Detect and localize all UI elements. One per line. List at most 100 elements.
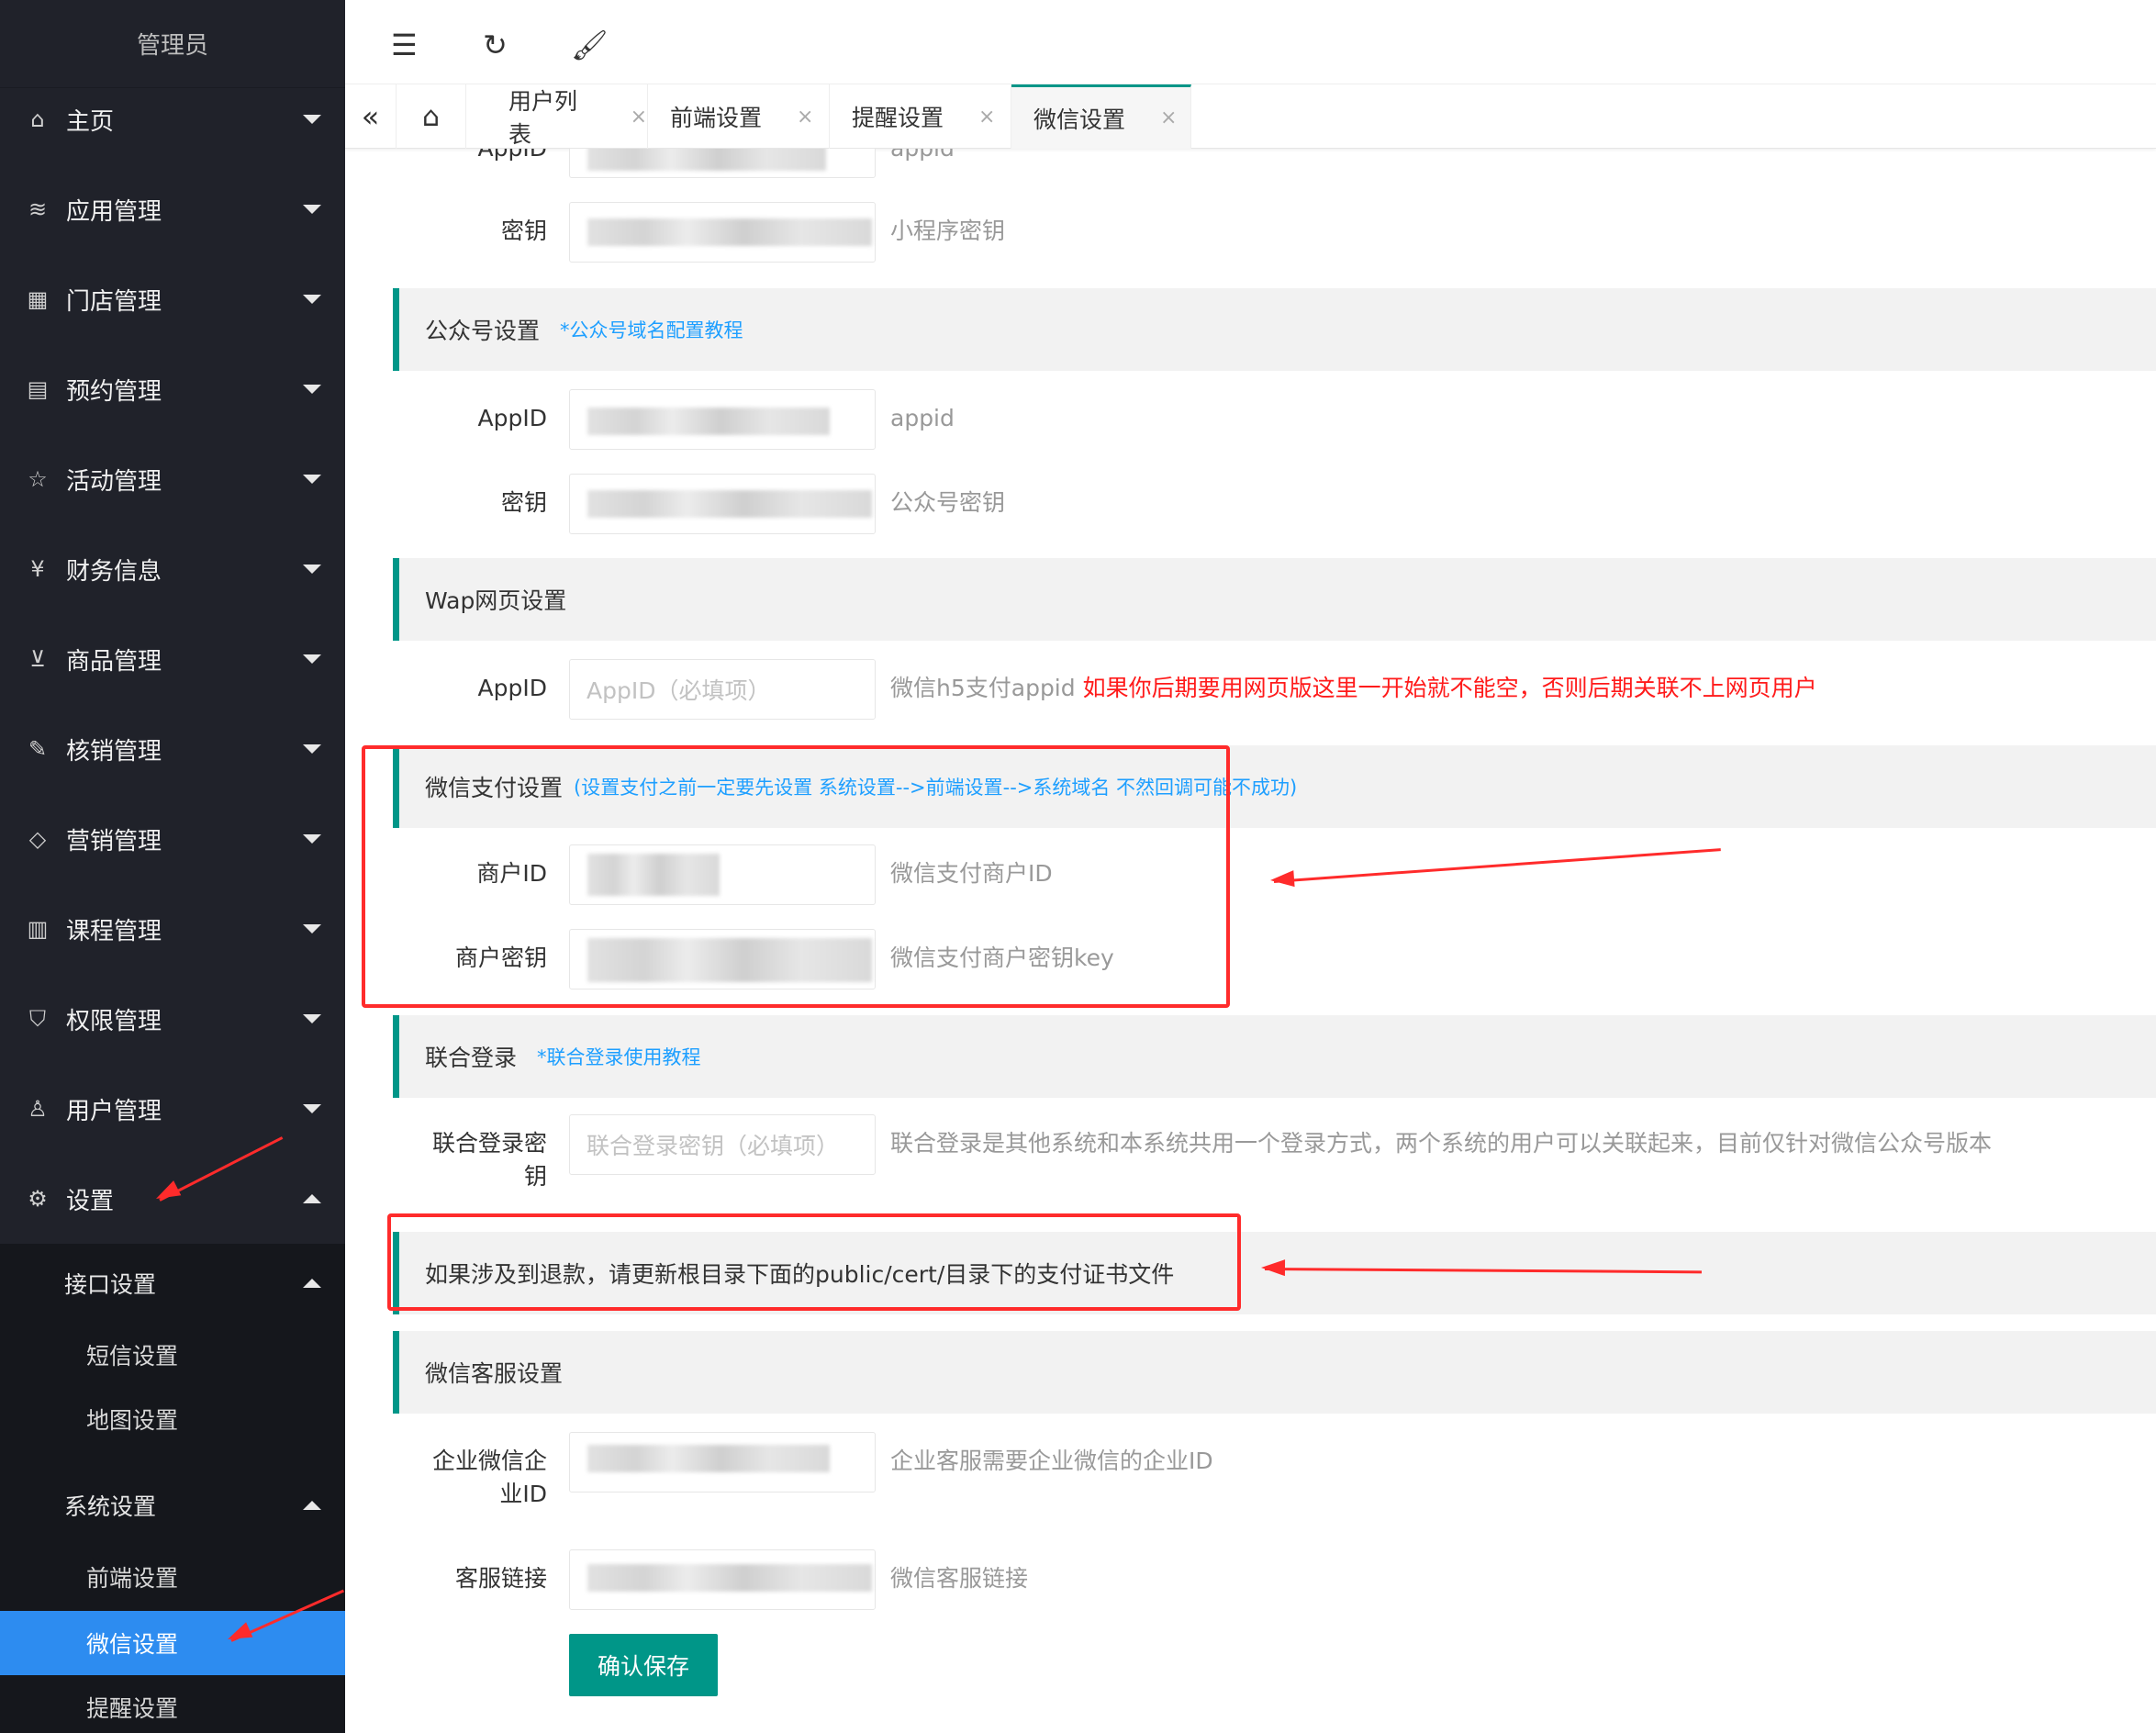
tab-frontend-settings[interactable]: 前端设置 × (648, 84, 830, 149)
caret-down-icon (303, 1104, 321, 1113)
section-title: Wap网页设置 (425, 587, 567, 614)
submenu-group-label: 接口设置 (64, 1271, 157, 1298)
tab-label: 前端设置 (670, 105, 763, 131)
clear-cache-icon[interactable]: 🖌 (571, 28, 609, 62)
field-label: 密钥 (500, 489, 547, 516)
field-hint: 微信客服链接 (890, 1565, 1029, 1592)
calendar-icon: ▤ (27, 376, 49, 402)
cart-icon: ⊻ (29, 646, 46, 672)
tab-home-icon[interactable]: ⌂ (397, 84, 466, 149)
annotation-arrowhead (1269, 870, 1295, 889)
section-title: 公众号设置 (425, 318, 541, 344)
submenu-item-sms[interactable]: 短信设置 (0, 1323, 345, 1387)
star-icon: ☆ (28, 466, 48, 492)
sidebar-item-home[interactable]: ⌂ 主页 (0, 74, 345, 164)
annotation-box-refund (387, 1213, 1241, 1311)
sidebar-item-stores[interactable]: ▦ 门店管理 (0, 254, 345, 344)
label-line: 钥 (523, 1163, 547, 1190)
caret-down-icon (303, 295, 321, 304)
sidebar-item-users[interactable]: ♙ 用户管理 (0, 1064, 345, 1154)
sidebar-item-label: 门店管理 (66, 287, 162, 316)
label-line: 企业微信企 (431, 1448, 547, 1474)
sidebar-item-label: 核销管理 (66, 737, 162, 766)
sidebar-item-apps[interactable]: ≋ 应用管理 (0, 164, 345, 254)
caret-down-icon (303, 115, 321, 124)
caret-down-icon (303, 205, 321, 214)
sidebar-item-activities[interactable]: ☆ 活动管理 (0, 434, 345, 524)
label-line: 业ID (499, 1481, 547, 1507)
sidebar-item-courses[interactable]: ▥ 课程管理 (0, 884, 345, 974)
user-icon: ♙ (28, 1096, 48, 1122)
field-label: 客服链接 (454, 1565, 547, 1592)
gear-icon: ⚙ (28, 1186, 48, 1212)
sidebar-item-label: 财务信息 (66, 557, 162, 586)
book-icon: ▥ (27, 916, 49, 942)
sidebar-item-goods[interactable]: ⊻ 商品管理 (0, 614, 345, 704)
refresh-icon[interactable]: ↻ (483, 28, 508, 62)
label-line: 联合登录密 (431, 1130, 547, 1157)
union-tutorial-link[interactable]: *联合登录使用教程 (537, 1043, 701, 1070)
close-icon[interactable]: × (1160, 106, 1177, 129)
annotation-box-wechat-pay (362, 745, 1230, 1008)
redacted-value (587, 490, 872, 518)
sidebar-item-verification[interactable]: ✎ 核销管理 (0, 704, 345, 794)
submenu-item-wechat[interactable]: 微信设置 (0, 1611, 345, 1675)
field-hint: 企业客服需要企业微信的企业ID (890, 1448, 1213, 1474)
wap-appid-input[interactable]: AppID（必填项） (569, 659, 876, 720)
settings-submenu: 接口设置 短信设置 地图设置 系统设置 前端设置 微信设置 提醒设置 (0, 1244, 345, 1733)
submenu-item-frontend[interactable]: 前端设置 (0, 1545, 345, 1609)
caret-up-icon (303, 1501, 321, 1510)
sidebar-item-permissions[interactable]: ⛉ 权限管理 (0, 974, 345, 1064)
submenu-item-reminder[interactable]: 提醒设置 (0, 1675, 345, 1733)
tab-reminder-settings[interactable]: 提醒设置 × (830, 84, 1011, 149)
sidebar-item-label: 主页 (66, 107, 115, 136)
tabs-scroll-left-icon[interactable]: « (345, 84, 397, 149)
submenu-item-map[interactable]: 地图设置 (0, 1387, 345, 1451)
submenu-group-system[interactable]: 系统设置 (0, 1466, 345, 1545)
tab-label: 提醒设置 (852, 105, 944, 131)
sidebar-item-booking[interactable]: ▤ 预约管理 (0, 344, 345, 434)
union-key-input[interactable]: 联合登录密钥（必填项） (569, 1114, 876, 1175)
apps-icon: ▦ (27, 286, 49, 312)
caret-up-icon (303, 1194, 321, 1203)
tab-user-list[interactable]: 用户列表 × (466, 84, 648, 149)
sidebar-item-label: 营销管理 (66, 827, 162, 855)
submenu-group-label: 系统设置 (64, 1493, 157, 1520)
field-hint: 微信h5支付appid 如果你后期要用网页版这里一开始就不能空，否则后期关联不上… (890, 672, 1817, 705)
warning-text: 如果你后期要用网页版这里一开始就不能空，否则后期关联不上网页用户 (1082, 675, 1817, 701)
sidebar-item-label: 用户管理 (66, 1097, 162, 1125)
sidebar-item-label: 权限管理 (66, 1007, 162, 1035)
section-wap: Wap网页设置 (393, 558, 2156, 641)
sidebar-item-finance[interactable]: ¥ 财务信息 (0, 524, 345, 614)
redacted-value (587, 149, 826, 171)
tab-wechat-settings[interactable]: 微信设置 × (1011, 84, 1191, 149)
caret-down-icon (303, 744, 321, 754)
section-union-login: 联合登录 *联合登录使用教程 (393, 1015, 2156, 1098)
sidebar-item-label: 课程管理 (66, 917, 162, 945)
close-icon[interactable]: × (797, 106, 813, 129)
layers-icon: ≋ (28, 196, 48, 222)
field-hint: 小程序密钥 (890, 218, 1006, 244)
field-hint: 公众号密钥 (890, 489, 1006, 516)
redacted-value (587, 1564, 872, 1592)
caret-down-icon (303, 1014, 321, 1023)
tab-label: 微信设置 (1033, 106, 1126, 133)
section-title: 联合登录 (425, 1045, 518, 1071)
field-hint: 联合登录是其他系统和本系统共用一个登录方式，两个系统的用户可以关联起来，目前仅针… (890, 1130, 1993, 1157)
caret-up-icon (303, 1279, 321, 1288)
field-label: AppID (477, 675, 547, 701)
close-icon[interactable]: × (631, 106, 647, 129)
official-tutorial-link[interactable]: *公众号域名配置教程 (560, 316, 743, 343)
hint-text: 微信h5支付appid (890, 675, 1076, 701)
save-button[interactable]: 确认保存 (569, 1634, 718, 1696)
submenu-group-interface[interactable]: 接口设置 (0, 1244, 345, 1323)
sidebar-item-marketing[interactable]: ◇ 营销管理 (0, 794, 345, 884)
edit-icon: ✎ (28, 736, 48, 762)
field-label: 企业微信企 业ID (345, 1445, 547, 1511)
close-icon[interactable]: × (978, 106, 995, 129)
menu-fold-icon[interactable]: ☰ (391, 28, 418, 62)
caret-down-icon (303, 475, 321, 484)
sidebar-item-label: 活动管理 (66, 467, 162, 496)
field-hint: appid (890, 405, 955, 431)
field-label: 密钥 (500, 218, 547, 244)
